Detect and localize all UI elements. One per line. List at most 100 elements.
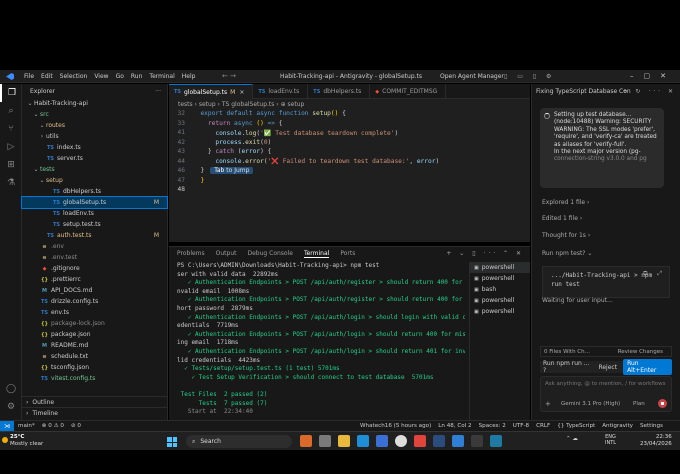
- forward-arrow-icon[interactable]: →: [230, 72, 236, 80]
- tree-item[interactable]: TS globalSetup.ts M: [21, 196, 168, 209]
- tree-item[interactable]: TS server.ts: [22, 153, 167, 164]
- file-explorer-icon[interactable]: [338, 435, 350, 447]
- nav-arrows[interactable]: ← →: [222, 72, 236, 80]
- app-icon[interactable]: [490, 435, 502, 447]
- close-icon[interactable]: ✕: [660, 72, 676, 80]
- tree-item[interactable]: TS setup.test.ts: [22, 219, 167, 230]
- terminal-instance[interactable]: ▣ bash: [470, 284, 530, 295]
- tree-item[interactable]: TS loadEnv.ts: [22, 208, 167, 219]
- tree-item[interactable]: ≡ .env.test: [22, 252, 167, 263]
- tree-item[interactable]: {} package.json: [22, 329, 167, 340]
- search-icon[interactable]: ⌕: [0, 102, 22, 120]
- extensions-icon[interactable]: ⊞: [0, 156, 22, 174]
- tree-item[interactable]: TS auth.test.ts M: [22, 230, 167, 241]
- model-selector[interactable]: Gemini 3.1 Pro (High): [561, 401, 620, 407]
- remote-icon[interactable]: ⋊: [0, 420, 14, 432]
- menu-file[interactable]: File: [24, 73, 34, 80]
- ports-count[interactable]: ⊘ 0: [71, 423, 81, 429]
- reject-button[interactable]: Reject: [598, 364, 617, 371]
- tree-item[interactable]: ⌄ setup: [22, 175, 167, 186]
- tab-ports[interactable]: Ports: [340, 250, 355, 257]
- test-icon[interactable]: ⚗: [0, 174, 22, 192]
- tab-problems[interactable]: Problems: [177, 250, 205, 257]
- system-tray[interactable]: ⌃ ☁: [566, 436, 578, 442]
- code-line[interactable]: 46 } Tab to Jump: [169, 166, 530, 176]
- code-view[interactable]: 32 export default async function setup()…: [169, 109, 530, 195]
- stop-icon[interactable]: [658, 399, 667, 408]
- code-line[interactable]: 48: [169, 185, 530, 195]
- run-button[interactable]: Run Alt+Enter: [623, 359, 672, 375]
- clock[interactable]: 22:36 23/04/2026: [640, 434, 672, 448]
- code-line[interactable]: 44 console.error('❌ Failed to teardown t…: [169, 157, 530, 167]
- terminal-instance[interactable]: ▣ powershell: [470, 273, 530, 284]
- tab-commit-editmsg[interactable]: ◆ COMMIT_EDITMSG: [370, 84, 447, 99]
- tree-item[interactable]: ⌄ routes: [22, 120, 167, 131]
- terminal-instance[interactable]: ▣ powershell: [470, 306, 530, 317]
- copy-icon[interactable]: ⧉ ⤢: [643, 270, 665, 278]
- add-context-icon[interactable]: +: [545, 400, 551, 408]
- account-icon[interactable]: ◯: [0, 380, 22, 398]
- tree-item[interactable]: TS dbHelpers.ts: [22, 186, 167, 197]
- line-endings[interactable]: CRLF: [536, 423, 550, 429]
- indentation[interactable]: Spaces: 2: [479, 423, 506, 429]
- run-debug-icon[interactable]: ▷: [0, 138, 22, 156]
- tree-item[interactable]: ◆ .gitignore: [22, 263, 167, 274]
- code-line[interactable]: 41 console.log('✅ Test database teardown…: [169, 128, 530, 138]
- tree-item[interactable]: {} tsconfig.json: [22, 362, 167, 373]
- tree-item[interactable]: TS drizzle.config.ts: [22, 296, 167, 307]
- open-agent-manager-button[interactable]: Open Agent Manager: [440, 73, 504, 80]
- edge-icon[interactable]: [357, 435, 369, 447]
- language-mode[interactable]: {} TypeScript: [557, 423, 595, 429]
- widget-app-icon[interactable]: [300, 435, 312, 447]
- app-icon[interactable]: [414, 435, 426, 447]
- tree-item[interactable]: TS vitest.config.ts: [22, 373, 167, 384]
- code-line[interactable]: 32 export default async function setup()…: [169, 109, 530, 119]
- minimize-icon[interactable]: –: [630, 72, 644, 80]
- vscode-icon[interactable]: [452, 435, 464, 447]
- tree-item[interactable]: ⌄ tests: [22, 164, 167, 175]
- window-controls[interactable]: –▢✕: [630, 72, 676, 80]
- outline-section[interactable]: › Outline: [22, 396, 168, 407]
- tree-item[interactable]: ⌄ src: [22, 109, 167, 120]
- antigravity-app-icon[interactable]: [433, 435, 445, 447]
- maximize-icon[interactable]: ▢: [644, 72, 661, 80]
- edited-step[interactable]: Edited 1 file ›: [542, 215, 582, 222]
- chat-header-actions[interactable]: + ↻ ··· ✕: [622, 88, 676, 95]
- plan-toggle[interactable]: Plan: [633, 401, 645, 407]
- task-view-icon[interactable]: [319, 435, 331, 447]
- timeline-section[interactable]: › Timeline: [22, 407, 168, 418]
- encoding[interactable]: UTF-8: [513, 423, 529, 429]
- tree-item[interactable]: TS index.ts: [22, 142, 167, 153]
- back-arrow-icon[interactable]: ←: [222, 72, 228, 80]
- problems-count[interactable]: ⊗ 0 ⚠ 0: [42, 423, 64, 429]
- menu-go[interactable]: Go: [116, 73, 124, 80]
- files-changed-bar[interactable]: 0 Files With Ch... Review Changes: [540, 346, 672, 357]
- breadcrumb[interactable]: tests › setup › TS globalSetup.ts › ⊕ se…: [169, 99, 530, 109]
- terminal-instance[interactable]: ▣ powershell: [470, 295, 530, 306]
- settings-status[interactable]: Settings: [640, 423, 663, 429]
- review-changes-button[interactable]: Review Changes: [618, 349, 663, 355]
- taskbar-search[interactable]: ⌕ Search: [186, 435, 292, 448]
- git-blame[interactable]: Whatech16 (5 hours ago): [360, 423, 431, 429]
- tree-item[interactable]: M README.md: [22, 340, 167, 351]
- windows-start-icon[interactable]: [167, 437, 177, 447]
- tab-globalsetup[interactable]: TS globalSetup.ts M ×: [169, 84, 254, 99]
- layout-icons[interactable]: ▯ ▭ ▯ ⚙: [504, 73, 555, 80]
- menu-run[interactable]: Run: [131, 73, 143, 80]
- terminal-instance[interactable]: ▣ powershell: [470, 262, 530, 273]
- tree-item[interactable]: ≡ .env: [22, 241, 167, 252]
- tree-item[interactable]: TS env.ts: [22, 307, 167, 318]
- code-line[interactable]: 47 }: [169, 176, 530, 186]
- tree-item[interactable]: ≡ schedule.txt: [22, 351, 167, 362]
- menu-edit[interactable]: Edit: [41, 73, 53, 80]
- explorer-icon[interactable]: ❐: [0, 84, 22, 102]
- git-branch[interactable]: main*: [18, 423, 35, 429]
- code-line[interactable]: 43 } catch (error) {: [169, 147, 530, 157]
- tree-item[interactable]: {} .prettierrc: [22, 274, 167, 285]
- tree-item[interactable]: ⌄ Habit-Tracking-api: [22, 98, 167, 109]
- explored-step[interactable]: Explored 1 file ›: [542, 199, 589, 206]
- code-line[interactable]: 42 process.exit(0): [169, 138, 530, 148]
- tree-item[interactable]: {} package-lock.json: [22, 318, 167, 329]
- store-icon[interactable]: [376, 435, 388, 447]
- tab-to-jump-hint[interactable]: Tab to Jump: [210, 167, 254, 175]
